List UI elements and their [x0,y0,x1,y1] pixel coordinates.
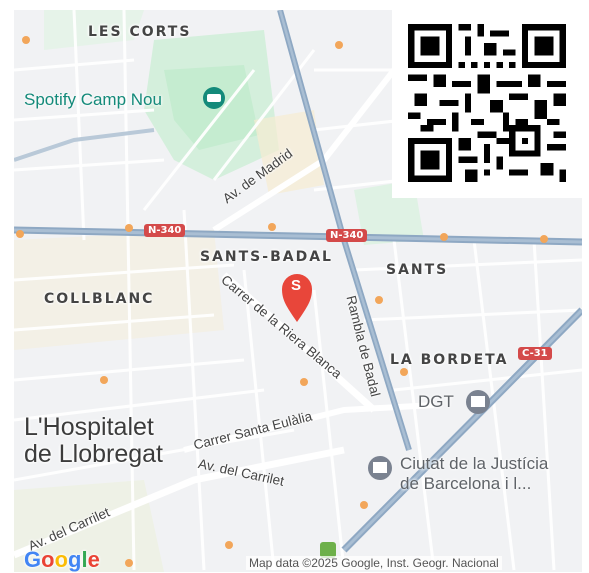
poi-dgt[interactable]: DGT [418,392,454,412]
road-shield-c31: C-31 [518,347,552,360]
district-la-bordeta: LA BORDETA [390,352,509,368]
poi-ciutat-justicia-line2: de Barcelona i l... [400,474,532,493]
stadium-icon-glyph [207,94,221,102]
qr-code-panel [392,0,589,198]
poi-ciutat-justicia-line1: Ciutat de la Justícia [400,454,549,473]
poi-spotify-camp-nou[interactable]: Spotify Camp Nou [24,90,162,110]
city-label-line1: L'Hospitalet [24,413,154,441]
qr-code-icon [408,24,566,182]
district-sants: SANTS [386,262,449,278]
district-les-corts: LES CORTS [88,24,192,40]
courthouse-icon-glyph [373,462,387,473]
road-shield-n340-west: N-340 [144,224,186,237]
poi-ciutat-justicia[interactable]: Ciutat de la Justícia de Barcelona i l..… [400,454,548,494]
city-label: L'Hospitalet de Llobregat [24,414,163,468]
district-sants-badal: SANTS-BADAL [200,249,333,265]
marker-letter: S [291,277,302,294]
map-attribution: Map data ©2025 Google, Inst. Geogr. Naci… [246,556,502,570]
district-collblanc: COLLBLANC [44,291,155,307]
dgt-icon-glyph [471,396,485,407]
road-shield-n340-east: N-340 [326,229,368,242]
city-label-line2: de Llobregat [24,440,164,468]
google-logo: Google [24,547,100,572]
